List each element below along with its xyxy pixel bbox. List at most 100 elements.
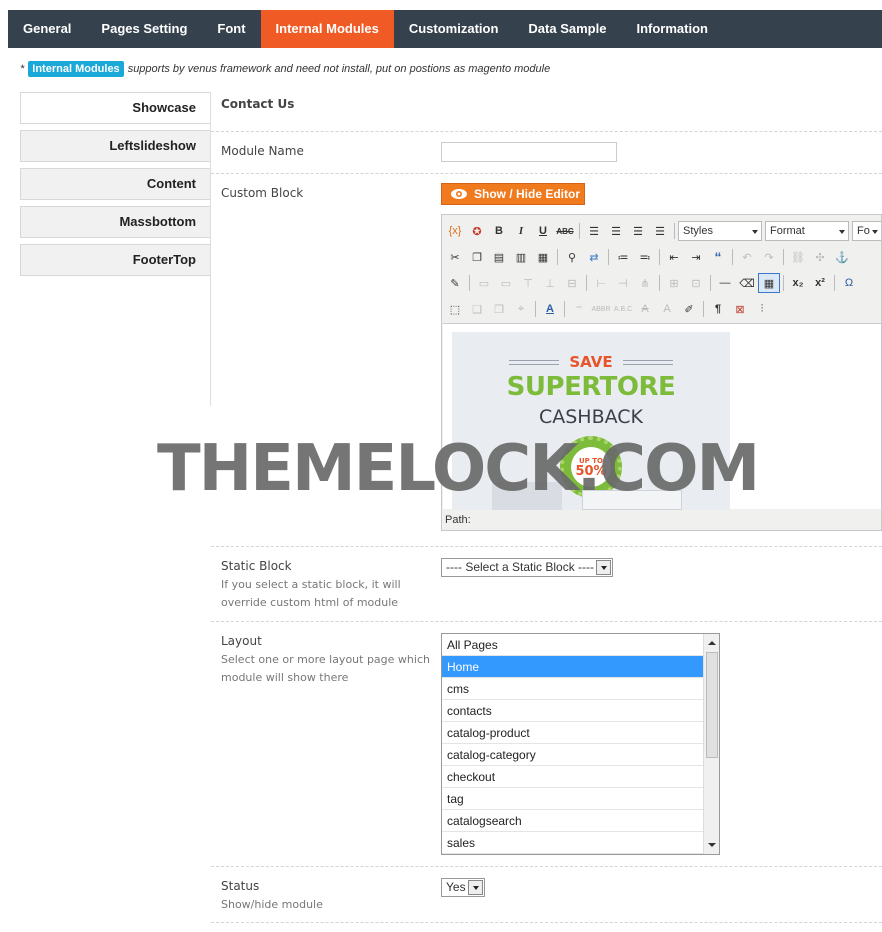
tab-general[interactable]: General: [8, 10, 86, 48]
editor-toolbar-row-1: {x} ✪ B I U ABC ☰ ☰ ☰ ☰ Styles Format Fo: [444, 219, 881, 243]
table-props-icon[interactable]: ▭: [473, 273, 495, 293]
align-right-icon[interactable]: ☰: [627, 221, 649, 241]
link-icon[interactable]: ⛓: [787, 247, 809, 267]
banner-save-text: SAVE: [569, 353, 613, 371]
tab-information[interactable]: Information: [621, 10, 723, 48]
remove-format-icon[interactable]: ⌫: [736, 273, 758, 293]
layout-option-catalog-category[interactable]: catalog-category: [442, 744, 703, 766]
scrollbar-thumb[interactable]: [706, 652, 718, 758]
scroll-up-icon[interactable]: [704, 636, 720, 650]
italic-icon[interactable]: I: [510, 221, 532, 241]
layout-option-cms[interactable]: cms: [442, 678, 703, 700]
numbered-list-icon[interactable]: ≕: [634, 247, 656, 267]
abbreviation-icon[interactable]: ABBR: [590, 299, 612, 319]
toolbar-separator: [703, 301, 704, 317]
format-select[interactable]: Format: [765, 221, 849, 241]
insert-row-after-icon[interactable]: ⊥: [539, 273, 561, 293]
insert-row-before-icon[interactable]: ⊤: [517, 273, 539, 293]
bold-icon[interactable]: B: [488, 221, 510, 241]
banner-cashback-text: CASHBACK: [538, 406, 644, 428]
module-name-input[interactable]: [441, 142, 617, 162]
cleanup-icon[interactable]: ✎: [444, 273, 466, 293]
banner-supertore-text: SUPERTORE: [506, 372, 676, 402]
insert-col-before-icon[interactable]: ⊢: [590, 273, 612, 293]
blockquote-icon[interactable]: “: [707, 247, 729, 267]
tab-customization[interactable]: Customization: [394, 10, 514, 48]
deletion-icon[interactable]: A: [634, 299, 656, 319]
status-select[interactable]: Yes: [441, 878, 485, 897]
layout-option-catalog-product[interactable]: catalog-product: [442, 722, 703, 744]
insert-variable-icon[interactable]: {x}: [444, 221, 466, 241]
sidebar-item-leftslideshow[interactable]: Leftslideshow: [20, 130, 211, 162]
static-block-select[interactable]: ---- Select a Static Block ----: [441, 558, 613, 577]
tab-pages-setting[interactable]: Pages Setting: [86, 10, 202, 48]
sidebar-divider: [210, 92, 211, 406]
horizontal-rule-icon[interactable]: —: [714, 273, 736, 293]
special-char-icon[interactable]: Ω: [838, 273, 860, 293]
unlink-icon[interactable]: ✣: [809, 247, 831, 267]
move-backward-icon[interactable]: ❒: [488, 299, 510, 319]
layout-option-checkout[interactable]: checkout: [442, 766, 703, 788]
indent-icon[interactable]: ⇥: [685, 247, 707, 267]
sidebar-item-content[interactable]: Content: [20, 168, 211, 200]
layout-scrollbar[interactable]: [703, 634, 719, 854]
paste-icon[interactable]: ▤: [488, 247, 510, 267]
insert-widget-icon[interactable]: ✪: [466, 221, 488, 241]
page-break-icon[interactable]: ⫶: [751, 299, 773, 319]
bullet-list-icon[interactable]: ≔: [612, 247, 634, 267]
layout-option-sales[interactable]: sales: [442, 832, 703, 854]
font-family-select[interactable]: Fo: [852, 221, 881, 241]
cite-icon[interactable]: “”: [568, 299, 590, 319]
insert-col-after-icon[interactable]: ⊣: [612, 273, 634, 293]
sidebar-item-footertop[interactable]: FooterTop: [20, 244, 211, 276]
copy-icon[interactable]: ❐: [466, 247, 488, 267]
acronym-icon[interactable]: A.B.C: [612, 299, 634, 319]
subscript-icon[interactable]: x₂: [787, 273, 809, 293]
scroll-down-icon[interactable]: [704, 838, 720, 852]
replace-icon[interactable]: ⇄: [583, 247, 605, 267]
undo-icon[interactable]: ↶: [736, 247, 758, 267]
divider: [211, 621, 882, 622]
tab-internal-modules[interactable]: Internal Modules: [260, 10, 394, 48]
align-center-icon[interactable]: ☰: [605, 221, 627, 241]
find-icon[interactable]: ⚲: [561, 247, 583, 267]
redo-icon[interactable]: ↷: [758, 247, 780, 267]
split-cells-icon[interactable]: ⊞: [663, 273, 685, 293]
cut-icon[interactable]: ✂: [444, 247, 466, 267]
layout-option-home[interactable]: Home: [442, 656, 703, 678]
chevron-down-icon: [596, 560, 611, 575]
visual-aid-icon[interactable]: ▦: [758, 273, 780, 293]
align-left-icon[interactable]: ☰: [583, 221, 605, 241]
layout-option-all-pages[interactable]: All Pages: [442, 634, 703, 656]
paste-text-icon[interactable]: ▥: [510, 247, 532, 267]
layout-multiselect[interactable]: All Pages Home cms contacts catalog-prod…: [441, 633, 720, 855]
strikethrough-icon[interactable]: ABC: [554, 221, 576, 241]
paste-word-icon[interactable]: ▦: [532, 247, 554, 267]
delete-col-icon[interactable]: ⋔: [634, 273, 656, 293]
anchor-icon[interactable]: ⚓: [831, 247, 853, 267]
layout-option-contacts[interactable]: contacts: [442, 700, 703, 722]
styleprops-icon[interactable]: A: [539, 299, 561, 319]
tab-font[interactable]: Font: [202, 10, 260, 48]
styles-select[interactable]: Styles: [678, 221, 762, 241]
delete-row-icon[interactable]: ⊟: [561, 273, 583, 293]
align-justify-icon[interactable]: ☰: [649, 221, 671, 241]
layout-option-catalogsearch[interactable]: catalogsearch: [442, 810, 703, 832]
absolute-icon[interactable]: ⌖: [510, 299, 532, 319]
underline-icon[interactable]: U: [532, 221, 554, 241]
non-breaking-icon[interactable]: ⊠: [729, 299, 751, 319]
outdent-icon[interactable]: ⇤: [663, 247, 685, 267]
superscript-icon[interactable]: x²: [809, 273, 831, 293]
attributes-icon[interactable]: ✐: [678, 299, 700, 319]
show-blocks-icon[interactable]: ¶: [707, 299, 729, 319]
show-hide-editor-button[interactable]: Show / Hide Editor: [441, 183, 585, 205]
sidebar-item-showcase[interactable]: Showcase: [20, 92, 211, 124]
cell-props-icon[interactable]: ▭: [495, 273, 517, 293]
insertion-icon[interactable]: A: [656, 299, 678, 319]
sidebar-item-massbottom[interactable]: Massbottom: [20, 206, 211, 238]
merge-cells-icon[interactable]: ⊡: [685, 273, 707, 293]
tab-data-sample[interactable]: Data Sample: [513, 10, 621, 48]
move-forward-icon[interactable]: ❑: [466, 299, 488, 319]
layout-option-tag[interactable]: tag: [442, 788, 703, 810]
insert-layer-icon[interactable]: ⬚: [444, 299, 466, 319]
